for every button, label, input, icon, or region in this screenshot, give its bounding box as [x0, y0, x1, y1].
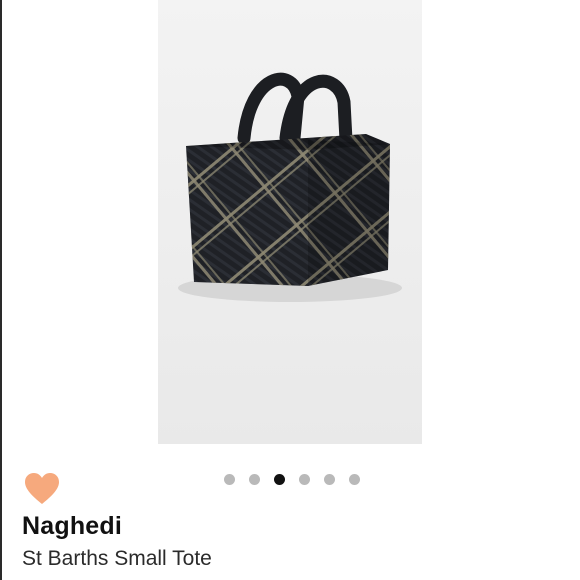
product-image[interactable]	[158, 0, 422, 444]
carousel-dot[interactable]	[249, 474, 260, 485]
product-title[interactable]: St Barths Small Tote	[22, 547, 212, 571]
heart-icon[interactable]	[24, 472, 60, 506]
carousel-dot[interactable]	[349, 474, 360, 485]
tote-bag-illustration	[158, 0, 422, 444]
carousel-dot[interactable]	[299, 474, 310, 485]
carousel-dots	[224, 474, 360, 485]
carousel-dot[interactable]	[324, 474, 335, 485]
carousel-dot-active[interactable]	[274, 474, 285, 485]
brand-name[interactable]: Naghedi	[22, 512, 122, 541]
left-border	[0, 0, 2, 580]
listing-page: Naghedi St Barths Small Tote	[0, 0, 580, 580]
carousel-dot[interactable]	[224, 474, 235, 485]
